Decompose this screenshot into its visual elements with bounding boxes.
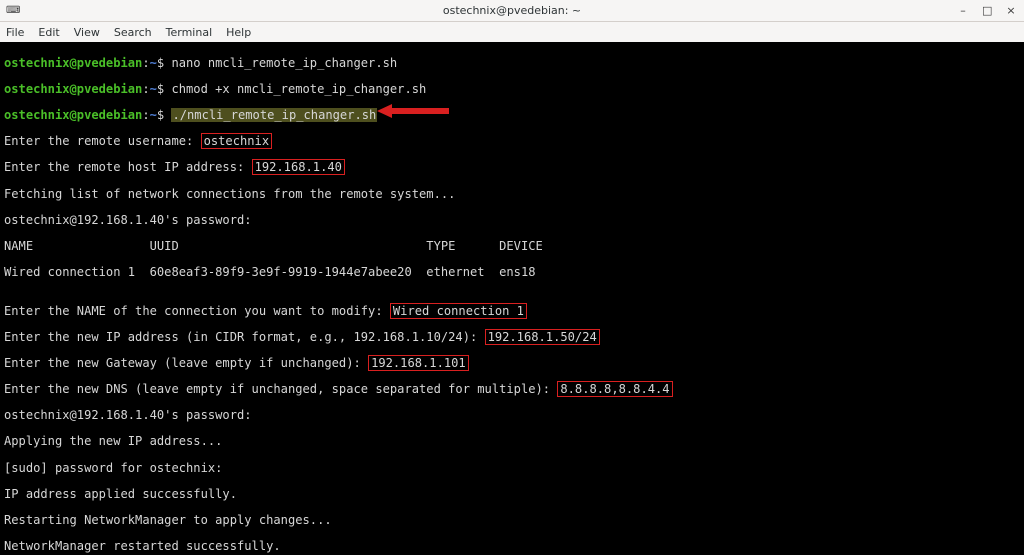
prompt-path: ~ <box>150 56 157 70</box>
menu-view[interactable]: View <box>72 26 102 39</box>
prompt-line: ostechnix@pvedebian:~$ ./nmcli_remote_ip… <box>4 109 1020 122</box>
output-line: Applying the new IP address... <box>4 435 1020 448</box>
output-text: Enter the NAME of the connection you wan… <box>4 304 390 318</box>
output-line: Enter the NAME of the connection you wan… <box>4 305 1020 318</box>
prompt-sep: : <box>142 56 149 70</box>
prompt-line: ostechnix@pvedebian:~$ nano nmcli_remote… <box>4 57 1020 70</box>
output-line: Enter the remote host IP address: 192.16… <box>4 161 1020 174</box>
output-text: Enter the new Gateway (leave empty if un… <box>4 356 368 370</box>
output-line: NAME UUID TYPE DEVICE <box>4 240 1020 253</box>
terminal-icon: ⌨ <box>6 5 20 16</box>
window-titlebar: ⌨ ostechnix@pvedebian: ~ – □ × <box>0 0 1024 22</box>
output-line: IP address applied successfully. <box>4 488 1020 501</box>
output-line: Enter the remote username: ostechnix <box>4 135 1020 148</box>
menu-terminal[interactable]: Terminal <box>164 26 215 39</box>
window-controls: – □ × <box>958 0 1016 21</box>
minimize-button[interactable]: – <box>958 5 968 16</box>
prompt-user: ostechnix@pvedebian <box>4 108 142 122</box>
menu-file[interactable]: File <box>4 26 26 39</box>
boxed-input-ip: 192.168.1.50/24 <box>485 329 600 345</box>
prompt-user: ostechnix@pvedebian <box>4 56 142 70</box>
prompt-path: ~ <box>150 82 157 96</box>
output-text: Enter the new DNS (leave empty if unchan… <box>4 382 557 396</box>
menu-help[interactable]: Help <box>224 26 253 39</box>
close-button[interactable]: × <box>1006 5 1016 16</box>
output-line: Fetching list of network connections fro… <box>4 188 1020 201</box>
output-line: ostechnix@192.168.1.40's password: <box>4 214 1020 227</box>
command-text: chmod +x nmcli_remote_ip_changer.sh <box>171 82 426 96</box>
prompt-sigil: $ <box>157 56 164 70</box>
prompt-sep: : <box>142 82 149 96</box>
output-text: Enter the remote host IP address: <box>4 160 252 174</box>
output-text: Enter the remote username: <box>4 134 201 148</box>
boxed-input-hostip: 192.168.1.40 <box>252 159 345 175</box>
prompt-sigil: $ <box>157 108 164 122</box>
prompt-user: ostechnix@pvedebian <box>4 82 142 96</box>
output-line: Enter the new Gateway (leave empty if un… <box>4 357 1020 370</box>
highlighted-command: ./nmcli_remote_ip_changer.sh <box>171 108 377 122</box>
output-line: Wired connection 1 60e8eaf3-89f9-3e9f-99… <box>4 266 1020 279</box>
window-title: ostechnix@pvedebian: ~ <box>443 4 581 17</box>
output-text: Enter the new IP address (in CIDR format… <box>4 330 485 344</box>
output-line: [sudo] password for ostechnix: <box>4 462 1020 475</box>
output-line: ostechnix@192.168.1.40's password: <box>4 409 1020 422</box>
boxed-input-dns: 8.8.8.8,8.8.4.4 <box>557 381 672 397</box>
prompt-path: ~ <box>150 108 157 122</box>
menu-edit[interactable]: Edit <box>36 26 61 39</box>
prompt-line: ostechnix@pvedebian:~$ chmod +x nmcli_re… <box>4 83 1020 96</box>
output-line: NetworkManager restarted successfully. <box>4 540 1020 553</box>
output-line: Restarting NetworkManager to apply chang… <box>4 514 1020 527</box>
prompt-sep: : <box>142 108 149 122</box>
prompt-sigil: $ <box>157 82 164 96</box>
boxed-input-connection: Wired connection 1 <box>390 303 527 319</box>
menubar: File Edit View Search Terminal Help <box>0 22 1024 42</box>
boxed-input-gateway: 192.168.1.101 <box>368 355 469 371</box>
output-line: Enter the new IP address (in CIDR format… <box>4 331 1020 344</box>
terminal-viewport[interactable]: ostechnix@pvedebian:~$ nano nmcli_remote… <box>0 42 1024 555</box>
maximize-button[interactable]: □ <box>982 5 992 16</box>
output-line: Enter the new DNS (leave empty if unchan… <box>4 383 1020 396</box>
menu-search[interactable]: Search <box>112 26 154 39</box>
boxed-input-username: ostechnix <box>201 133 273 149</box>
command-text: nano nmcli_remote_ip_changer.sh <box>171 56 397 70</box>
